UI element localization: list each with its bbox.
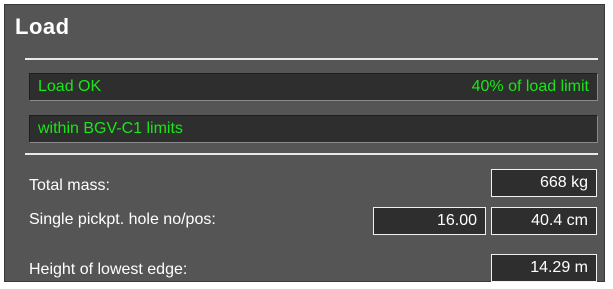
load-panel: Load Load OK 40% of load limit within BG…	[4, 4, 605, 282]
single-pickpoint-label: Single pickpt. hole no/pos:	[29, 211, 216, 228]
total-mass-label: Total mass:	[29, 177, 110, 194]
pickpoint-position-value: 40.4 cm	[491, 207, 597, 235]
lowest-edge-height-value: 14.29 m	[491, 254, 597, 282]
load-state-text: Load OK	[38, 78, 102, 95]
pickpoint-hole-no-value: 16.00	[373, 207, 486, 235]
status-divider	[25, 153, 598, 155]
limits-text: within BGV-C1 limits	[38, 120, 183, 137]
load-percent-text: 40% of load limit	[471, 78, 589, 95]
panel-title: Load	[15, 14, 70, 39]
title-divider	[25, 58, 598, 60]
load-status-row: Load OK 40% of load limit	[29, 73, 598, 101]
lowest-edge-height-label: Height of lowest edge:	[29, 261, 188, 278]
total-mass-value: 668 kg	[491, 169, 597, 197]
limits-status-row: within BGV-C1 limits	[29, 115, 598, 143]
